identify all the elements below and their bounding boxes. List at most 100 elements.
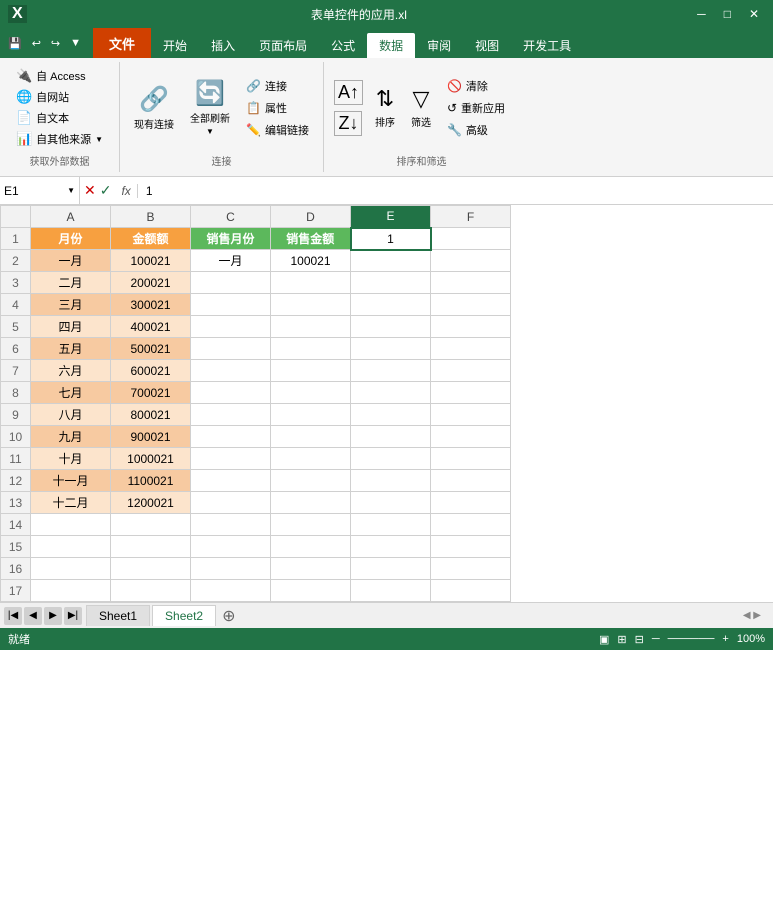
cell-E12[interactable] <box>351 470 431 492</box>
cell-D6[interactable] <box>271 338 351 360</box>
cell-E9[interactable] <box>351 404 431 426</box>
cell-F5[interactable] <box>431 316 511 338</box>
cell-C16[interactable] <box>191 558 271 580</box>
text-btn[interactable]: 📄 自文本 <box>10 108 75 128</box>
cell-B17[interactable] <box>111 580 191 602</box>
cell-E4[interactable] <box>351 294 431 316</box>
cell-A10[interactable]: 九月 <box>31 426 111 448</box>
cell-A2[interactable]: 一月 <box>31 250 111 272</box>
cell-C15[interactable] <box>191 536 271 558</box>
cell-C6[interactable] <box>191 338 271 360</box>
cell-A17[interactable] <box>31 580 111 602</box>
tab-insert[interactable]: 插入 <box>199 33 247 58</box>
cell-B5[interactable]: 400021 <box>111 316 191 338</box>
redo-quick-btn[interactable]: ↪ <box>47 35 64 52</box>
col-header-b[interactable]: B <box>111 206 191 228</box>
cell-D3[interactable] <box>271 272 351 294</box>
cell-E1[interactable]: 1 <box>351 228 431 250</box>
sheet-next-btn[interactable]: ▶ <box>44 607 62 625</box>
cell-B7[interactable]: 600021 <box>111 360 191 382</box>
confirm-formula-icon[interactable]: ✓ <box>100 182 112 199</box>
tab-developer[interactable]: 开发工具 <box>511 33 583 58</box>
properties-btn[interactable]: 📋 属性 <box>240 98 293 118</box>
cell-B15[interactable] <box>111 536 191 558</box>
cell-E10[interactable] <box>351 426 431 448</box>
tab-data[interactable]: 数据 <box>367 33 415 58</box>
cell-F3[interactable] <box>431 272 511 294</box>
cell-B11[interactable]: 1000021 <box>111 448 191 470</box>
zoom-plus-icon[interactable]: + <box>722 633 728 645</box>
tab-view[interactable]: 视图 <box>463 33 511 58</box>
cell-E2[interactable] <box>351 250 431 272</box>
cell-B8[interactable]: 700021 <box>111 382 191 404</box>
cell-F8[interactable] <box>431 382 511 404</box>
advanced-btn[interactable]: 🔧 高级 <box>441 120 511 140</box>
cell-C5[interactable] <box>191 316 271 338</box>
cell-E16[interactable] <box>351 558 431 580</box>
maximize-icon[interactable]: □ <box>718 7 737 21</box>
minimize-icon[interactable]: ─ <box>691 7 712 21</box>
sheet-last-btn[interactable]: ▶| <box>64 607 82 625</box>
cell-A5[interactable]: 四月 <box>31 316 111 338</box>
cell-F4[interactable] <box>431 294 511 316</box>
cell-C12[interactable] <box>191 470 271 492</box>
tab-review[interactable]: 审阅 <box>415 33 463 58</box>
cell-C7[interactable] <box>191 360 271 382</box>
tab-formula[interactable]: 公式 <box>319 33 367 58</box>
zoom-minus-icon[interactable]: ─ <box>652 633 660 645</box>
cell-E15[interactable] <box>351 536 431 558</box>
cell-A7[interactable]: 六月 <box>31 360 111 382</box>
cell-A16[interactable] <box>31 558 111 580</box>
sheet-tab-sheet1[interactable]: Sheet1 <box>86 605 150 626</box>
cell-A14[interactable] <box>31 514 111 536</box>
cell-D9[interactable] <box>271 404 351 426</box>
cell-A1[interactable]: 月份 <box>31 228 111 250</box>
cell-B1[interactable]: 金额额 <box>111 228 191 250</box>
normal-view-icon[interactable]: ▣ <box>599 633 609 646</box>
cell-F17[interactable] <box>431 580 511 602</box>
col-header-e[interactable]: E <box>351 206 431 228</box>
cell-D8[interactable] <box>271 382 351 404</box>
cell-C11[interactable] <box>191 448 271 470</box>
cell-E7[interactable] <box>351 360 431 382</box>
col-header-c[interactable]: C <box>191 206 271 228</box>
cell-D14[interactable] <box>271 514 351 536</box>
edit-links-btn[interactable]: ✏️ 编辑链接 <box>240 120 315 140</box>
sort-desc-btn[interactable]: Z↓ <box>332 109 364 138</box>
cell-D11[interactable] <box>271 448 351 470</box>
cell-C14[interactable] <box>191 514 271 536</box>
cell-C10[interactable] <box>191 426 271 448</box>
page-layout-icon[interactable]: ⊞ <box>617 633 626 646</box>
cell-D7[interactable] <box>271 360 351 382</box>
cell-F6[interactable] <box>431 338 511 360</box>
col-header-f[interactable]: F <box>431 206 511 228</box>
cell-B14[interactable] <box>111 514 191 536</box>
cell-B9[interactable]: 800021 <box>111 404 191 426</box>
cell-A4[interactable]: 三月 <box>31 294 111 316</box>
reapply-btn[interactable]: ↺ 重新应用 <box>441 98 511 118</box>
cell-F16[interactable] <box>431 558 511 580</box>
cell-E11[interactable] <box>351 448 431 470</box>
cell-F1[interactable] <box>431 228 511 250</box>
sort-asc-btn[interactable]: A↑ <box>332 78 365 107</box>
cell-C8[interactable] <box>191 382 271 404</box>
cell-F2[interactable] <box>431 250 511 272</box>
cell-C1[interactable]: 销售月份 <box>191 228 271 250</box>
cell-F15[interactable] <box>431 536 511 558</box>
cell-D13[interactable] <box>271 492 351 514</box>
save-quick-btn[interactable]: 💾 <box>4 35 26 52</box>
cell-A13[interactable]: 十二月 <box>31 492 111 514</box>
sheet-tab-sheet2[interactable]: Sheet2 <box>152 605 216 626</box>
cell-E8[interactable] <box>351 382 431 404</box>
cell-B4[interactable]: 300021 <box>111 294 191 316</box>
cell-C3[interactable] <box>191 272 271 294</box>
refresh-all-btn[interactable]: 🔄 全部刷新 ▼ <box>184 77 236 138</box>
cell-F12[interactable] <box>431 470 511 492</box>
cell-E6[interactable] <box>351 338 431 360</box>
cell-D16[interactable] <box>271 558 351 580</box>
cell-B13[interactable]: 1200021 <box>111 492 191 514</box>
cell-E14[interactable] <box>351 514 431 536</box>
cell-B3[interactable]: 200021 <box>111 272 191 294</box>
sheet-first-btn[interactable]: |◀ <box>4 607 22 625</box>
cancel-formula-icon[interactable]: ✕ <box>84 182 96 199</box>
